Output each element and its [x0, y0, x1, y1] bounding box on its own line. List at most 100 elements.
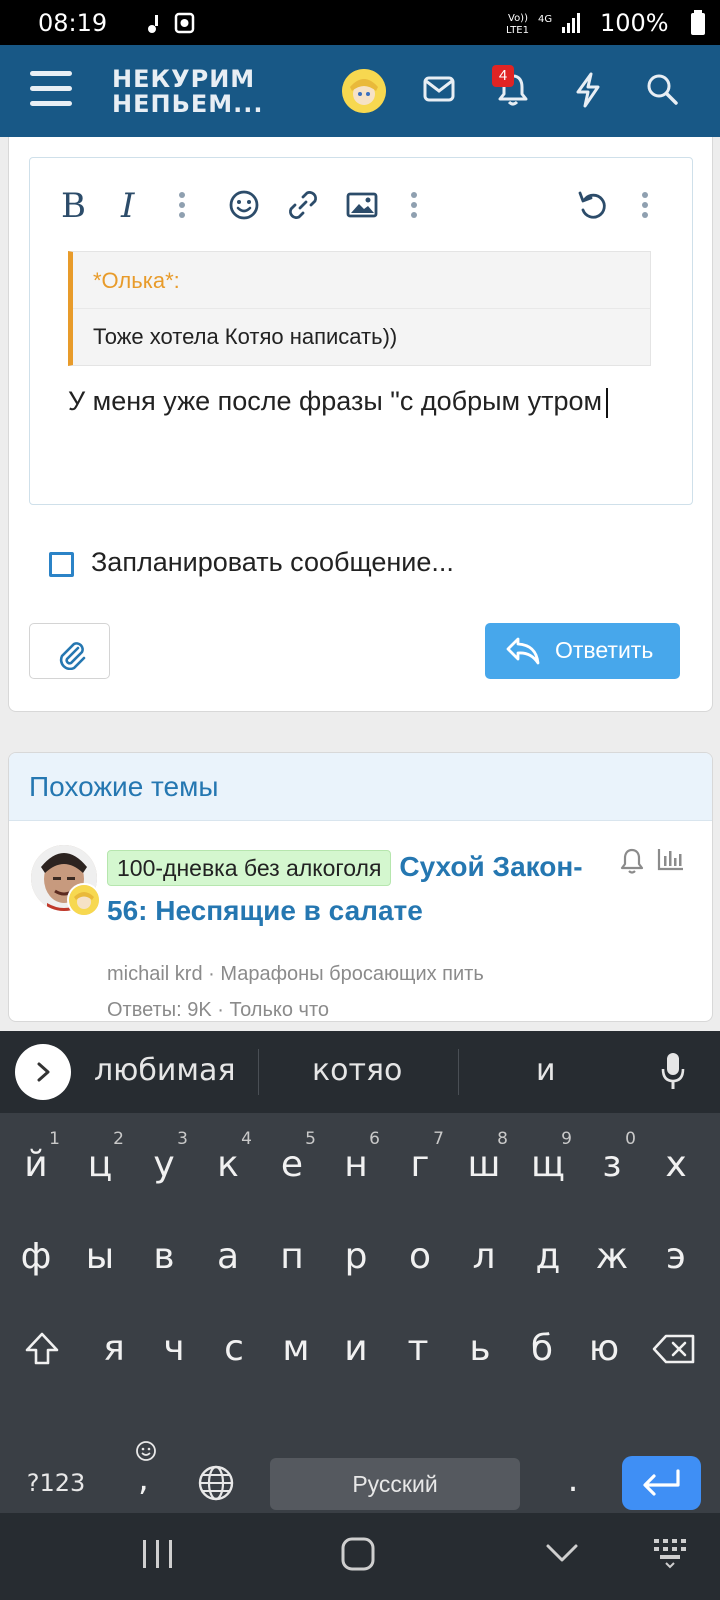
- key-я[interactable]: я: [82, 1309, 146, 1389]
- key-щ[interactable]: щ9: [516, 1125, 580, 1205]
- key-й[interactable]: й1: [4, 1125, 68, 1205]
- key-у[interactable]: у3: [132, 1125, 196, 1205]
- key-ш[interactable]: ш8: [452, 1125, 516, 1205]
- last-poster-avatar-image: [69, 885, 99, 915]
- enter-key[interactable]: [622, 1456, 701, 1510]
- thread-title-link[interactable]: 100-дневка без алкоголя Сухой Закон- 56: …: [107, 845, 612, 933]
- key-ь[interactable]: ь: [448, 1309, 512, 1389]
- hide-keyboard-chevron-icon[interactable]: [544, 1541, 580, 1565]
- key-о[interactable]: о: [388, 1217, 452, 1297]
- key-т[interactable]: т: [386, 1309, 450, 1389]
- emoji-icon[interactable]: [228, 188, 260, 222]
- backspace-key[interactable]: [640, 1309, 704, 1389]
- whats-new-lightning-icon[interactable]: [575, 72, 601, 108]
- key-г[interactable]: г7: [388, 1125, 452, 1205]
- enter-arrow-icon: [643, 1469, 680, 1496]
- period-key[interactable]: .: [548, 1445, 598, 1515]
- key-п[interactable]: п: [260, 1217, 324, 1297]
- key-char: ц: [87, 1144, 113, 1185]
- link-icon[interactable]: [286, 188, 320, 222]
- messages-icon[interactable]: [423, 76, 455, 102]
- key-number: 9: [561, 1129, 572, 1149]
- last-poster-avatar[interactable]: [67, 883, 101, 917]
- quote-text: Тоже хотела Котяо написать)): [93, 324, 398, 349]
- system-navigation-bar: [0, 1513, 720, 1600]
- thread-prefix-badge[interactable]: 100-дневка без алкоголя: [107, 850, 392, 886]
- more-toolbar-icon[interactable]: [639, 188, 651, 222]
- status-bar: 08:19 Vo)) LTE1 4G 100%: [0, 0, 720, 45]
- key-ф[interactable]: ф: [4, 1217, 68, 1297]
- key-char: й: [24, 1144, 48, 1185]
- paperclip-icon: [59, 642, 86, 670]
- key-е[interactable]: е5: [260, 1125, 324, 1205]
- bold-icon[interactable]: B: [60, 188, 86, 222]
- key-м[interactable]: м: [264, 1309, 328, 1389]
- key-number: 7: [433, 1129, 444, 1149]
- key-э[interactable]: э: [644, 1217, 708, 1297]
- symbols-key[interactable]: ?123: [20, 1458, 92, 1508]
- stats-chart-icon[interactable]: [657, 847, 685, 871]
- key-number: 4: [241, 1129, 252, 1149]
- key-char: у: [153, 1144, 175, 1185]
- key-л[interactable]: л: [452, 1217, 516, 1297]
- schedule-label[interactable]: Запланировать сообщение...: [91, 547, 454, 578]
- key-ю[interactable]: ю: [572, 1309, 636, 1389]
- thread-author-forum[interactable]: michail krd · Марафоны бросающих пить: [107, 963, 484, 986]
- expand-toolbar-button[interactable]: [15, 1044, 71, 1100]
- key-б[interactable]: б: [510, 1309, 574, 1389]
- watch-bell-icon[interactable]: [619, 847, 645, 875]
- key-ц[interactable]: ц2: [68, 1125, 132, 1205]
- shift-key[interactable]: [10, 1309, 74, 1389]
- suggestion-2[interactable]: котяо: [312, 1053, 402, 1088]
- undo-icon[interactable]: [576, 188, 610, 222]
- schedule-checkbox[interactable]: [49, 552, 74, 577]
- key-char: х: [665, 1144, 687, 1185]
- space-bar[interactable]: Русский: [270, 1458, 520, 1510]
- emoji-comma-key[interactable]: ,: [118, 1433, 174, 1513]
- svg-text:LTE1: LTE1: [506, 25, 529, 36]
- globe-language-icon[interactable]: [196, 1463, 236, 1503]
- key-х[interactable]: х: [644, 1125, 708, 1205]
- key-р[interactable]: р: [324, 1217, 388, 1297]
- site-logo[interactable]: НЕКУРИМ НЕПЬЕМ...: [112, 67, 264, 117]
- key-к[interactable]: к4: [196, 1125, 260, 1205]
- svg-text:Vo)): Vo)): [508, 13, 528, 24]
- quote-divider: [73, 308, 650, 309]
- logo-line-1: НЕКУРИМ: [112, 65, 256, 93]
- key-в[interactable]: в: [132, 1217, 196, 1297]
- more-insert-options-icon[interactable]: [408, 188, 420, 222]
- attach-files-button[interactable]: [29, 623, 110, 679]
- key-с[interactable]: с: [202, 1309, 266, 1389]
- key-и[interactable]: и: [324, 1309, 388, 1389]
- key-char: н: [344, 1144, 368, 1185]
- message-editor[interactable]: B I *Олька*: Тоже хотела Котяо написать)…: [29, 157, 693, 505]
- key-number: 2: [113, 1129, 124, 1149]
- key-char: е: [280, 1144, 304, 1185]
- microphone-icon[interactable]: [660, 1051, 686, 1093]
- key-н[interactable]: н6: [324, 1125, 388, 1205]
- key-д[interactable]: д: [516, 1217, 580, 1297]
- battery-level: 100%: [600, 9, 669, 37]
- suggestion-divider: [458, 1049, 459, 1095]
- key-ж[interactable]: ж: [580, 1217, 644, 1297]
- image-icon[interactable]: [345, 188, 379, 222]
- suggestion-1[interactable]: любимая: [94, 1053, 236, 1088]
- reply-button[interactable]: Ответить: [485, 623, 680, 679]
- key-з[interactable]: з0: [580, 1125, 644, 1205]
- message-text: У меня уже после фразы "с добрым утром: [68, 386, 603, 416]
- key-а[interactable]: а: [196, 1217, 260, 1297]
- italic-icon[interactable]: I: [118, 188, 144, 222]
- more-options-icon[interactable]: [176, 188, 188, 222]
- home-icon[interactable]: [340, 1535, 376, 1573]
- user-avatar[interactable]: [342, 69, 386, 113]
- logo-line-2: НЕПЬЕМ...: [112, 90, 264, 118]
- search-icon[interactable]: [646, 73, 678, 105]
- similar-threads-title: Похожие темы: [29, 771, 219, 802]
- recent-apps-icon[interactable]: [140, 1537, 176, 1571]
- key-ч[interactable]: ч: [142, 1309, 206, 1389]
- keyboard-switch-icon[interactable]: [652, 1537, 694, 1571]
- key-ы[interactable]: ы: [68, 1217, 132, 1297]
- message-body[interactable]: У меня уже после фразы "с добрым утром: [68, 380, 668, 422]
- hamburger-menu-icon[interactable]: [30, 71, 72, 107]
- suggestion-3[interactable]: и: [536, 1053, 556, 1088]
